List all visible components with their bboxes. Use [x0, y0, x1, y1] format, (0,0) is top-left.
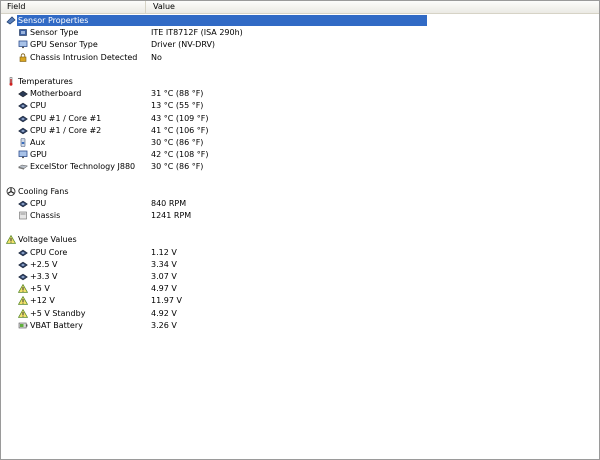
cpu-icon: [18, 272, 28, 281]
field-label: GPU: [30, 150, 47, 160]
sensor-row[interactable]: +3.3 V 3.07 V: [1, 271, 599, 283]
field-label: Sensor Type: [30, 28, 79, 38]
field-value: 31 °C (88 °F): [151, 89, 204, 99]
cpu-icon: [18, 114, 28, 123]
field-value: 1.12 V: [151, 247, 177, 257]
cpu-icon: [18, 101, 28, 110]
field-value: 4.92 V: [151, 308, 177, 318]
field-value: 42 °C (108 °F): [151, 150, 209, 160]
sensor-row[interactable]: Chassis 1241 RPM: [1, 210, 599, 222]
sensor-row[interactable]: Motherboard 31 °C (88 °F): [1, 88, 599, 100]
spacer-row: [1, 173, 599, 185]
fan-icon: [6, 186, 16, 196]
field-value: 30 °C (86 °F): [151, 162, 204, 172]
column-header: Field Value: [1, 1, 599, 14]
field-label: GPU Sensor Type: [30, 40, 98, 50]
sensor-row[interactable]: Sensor Type ITE IT8712F (ISA 290h): [1, 27, 599, 39]
group-label: Sensor Properties: [18, 16, 89, 25]
field-label: VBAT Battery: [30, 320, 83, 330]
sensor-list: Sensor Properties Sensor Type ITE IT8712F …: [1, 15, 599, 332]
field-label: CPU #1 / Core #2: [30, 125, 102, 135]
field-value: 30 °C (86 °F): [151, 137, 204, 147]
cpu-icon: [18, 126, 28, 135]
group-row[interactable]: Cooling Fans: [1, 186, 599, 198]
group-row[interactable]: Voltage Values: [1, 234, 599, 246]
monitor-icon: [18, 40, 28, 49]
field-label: +5 V: [30, 284, 50, 294]
sensor-row[interactable]: CPU #1 / Core #1 43 °C (109 °F): [1, 113, 599, 125]
cpu-icon: [18, 199, 28, 208]
field-label: +5 V Standby: [30, 308, 86, 318]
field-label: CPU: [30, 101, 47, 111]
field-value: 1241 RPM: [151, 211, 192, 220]
field-label: +3.3 V: [30, 271, 58, 281]
sensor-row[interactable]: GPU Sensor Type Driver (NV-DRV): [1, 39, 599, 51]
sensor-row[interactable]: VBAT Battery 3.26 V: [1, 320, 599, 332]
thermometer-icon: [6, 77, 16, 86]
group-label: Temperatures: [18, 76, 73, 86]
field-label: Chassis Intrusion Detected: [30, 52, 138, 62]
sensor-row[interactable]: +12 V 11.97 V: [1, 295, 599, 307]
field-value: 3.26 V: [151, 320, 177, 330]
chip-icon: [18, 28, 28, 37]
sensor-row[interactable]: CPU 840 RPM: [1, 198, 599, 210]
group-label: Cooling Fans: [18, 186, 69, 196]
value-column-header[interactable]: Value: [147, 1, 599, 13]
spacer-row: [1, 222, 599, 234]
field-value: 13 °C (55 °F): [151, 101, 204, 111]
field-label: +12 V: [30, 296, 55, 306]
field-label: +2.5 V: [30, 259, 58, 269]
board-icon: [18, 89, 28, 98]
field-label: Aux: [30, 137, 46, 147]
field-value: 840 RPM: [151, 198, 187, 208]
field-label: CPU #1 / Core #1: [30, 113, 102, 123]
cpu-icon: [18, 260, 28, 269]
field-value: 3.34 V: [151, 259, 177, 269]
sensor-row[interactable]: Aux 30 °C (86 °F): [1, 137, 599, 149]
field-label: CPU: [30, 198, 47, 208]
hard-drive-icon: [18, 162, 28, 171]
sensor-row[interactable]: +5 V 4.97 V: [1, 283, 599, 295]
voltage-warning-icon: [18, 308, 28, 318]
field-value: 41 °C (106 °F): [151, 125, 209, 135]
sensor-row[interactable]: GPU 42 °C (108 °F): [1, 149, 599, 161]
cpu-icon: [18, 248, 28, 257]
group-label: Voltage Values: [18, 235, 77, 245]
lock-icon: [18, 52, 28, 62]
voltage-warning-icon: [6, 235, 16, 245]
field-value: 3.07 V: [151, 271, 177, 281]
field-label: ExcelStor Technology J880: [30, 162, 136, 172]
battery-icon: [18, 321, 28, 330]
field-label: Motherboard: [30, 89, 82, 99]
sensor-row[interactable]: Chassis Intrusion Detected No: [1, 52, 599, 64]
chassis-icon: [18, 211, 28, 220]
field-value: ITE IT8712F (ISA 290h): [151, 28, 243, 38]
sensor-properties-icon: [6, 16, 16, 25]
field-value: No: [151, 52, 162, 62]
field-value: 43 °C (109 °F): [151, 113, 209, 123]
monitor-icon: [18, 150, 28, 159]
field-value: 11.97 V: [151, 296, 182, 306]
field-value: Driver (NV-DRV): [151, 40, 216, 50]
field-value: 4.97 V: [151, 284, 177, 294]
group-row[interactable]: Sensor Properties: [1, 15, 599, 27]
sensor-panel: Field Value Sensor Properties Sensor Type…: [0, 0, 600, 460]
sensor-row[interactable]: CPU 13 °C (55 °F): [1, 100, 599, 112]
sensor-row[interactable]: CPU Core 1.12 V: [1, 247, 599, 259]
sensor-row[interactable]: ExcelStor Technology J880 30 °C (86 °F): [1, 161, 599, 173]
field-label: Chassis: [30, 211, 61, 220]
sensor-row[interactable]: +5 V Standby 4.92 V: [1, 308, 599, 320]
voltage-warning-icon: [18, 284, 28, 293]
field-label: CPU Core: [30, 247, 68, 257]
field-column-header[interactable]: Field: [1, 1, 146, 13]
group-row[interactable]: Temperatures: [1, 76, 599, 88]
sensor-row[interactable]: CPU #1 / Core #2 41 °C (106 °F): [1, 125, 599, 137]
aux-icon: [18, 138, 28, 147]
voltage-warning-icon: [18, 296, 28, 306]
sensor-row[interactable]: +2.5 V 3.34 V: [1, 259, 599, 271]
spacer-row: [1, 64, 599, 76]
